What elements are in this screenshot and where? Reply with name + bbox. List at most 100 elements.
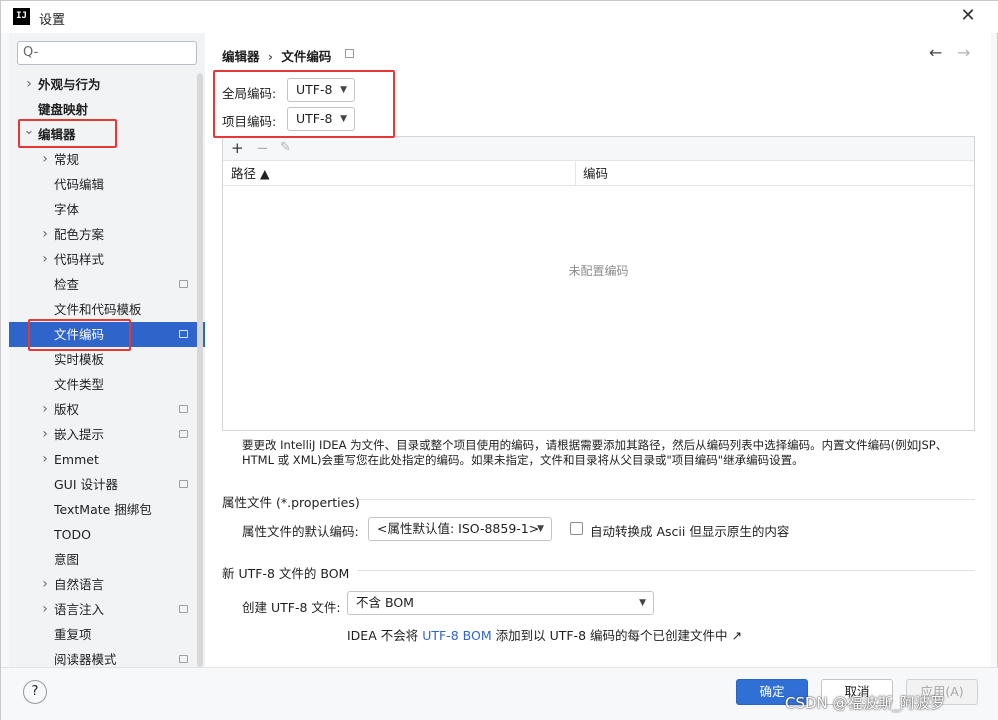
breadcrumb-current: 文件编码 xyxy=(281,49,332,64)
sidebar-item-label: 配色方案 xyxy=(54,227,105,242)
help-button[interactable]: ? xyxy=(23,680,47,704)
properties-section-title: 属性文件 (*.properties) xyxy=(222,495,360,510)
column-divider[interactable] xyxy=(575,161,576,186)
remove-icon[interactable]: − xyxy=(256,140,269,156)
chevron-right-icon[interactable]: › xyxy=(39,447,51,472)
breadcrumb-separator: › xyxy=(267,49,274,64)
sidebar-item-label: 嵌入提示 xyxy=(54,427,105,442)
project-scope-icon xyxy=(345,49,354,58)
sidebar-item-label: 代码样式 xyxy=(54,252,105,267)
sidebar-item-label: 字体 xyxy=(54,202,80,217)
bom-section-title: 新 UTF-8 文件的 BOM xyxy=(222,566,350,581)
sidebar-item[interactable]: › 常规 xyxy=(9,147,205,172)
add-icon[interactable]: + xyxy=(231,140,244,156)
chevron-right-icon[interactable]: › xyxy=(39,147,51,172)
chevron-down-icon: ▼ xyxy=(537,524,544,534)
column-header-path[interactable]: 路径 ▲ xyxy=(231,161,270,186)
sidebar-item-label: 意图 xyxy=(54,552,80,567)
project-scope-icon xyxy=(179,330,188,338)
dialog-footer: ? 确定 取消 应用(A) CSDN @福波斯_阿波罗 xyxy=(1,667,998,720)
search-icon: Q- xyxy=(23,45,39,60)
highlight-box-encodings xyxy=(213,70,395,138)
chevron-right-icon[interactable]: › xyxy=(39,222,51,247)
sidebar-item[interactable]: 代码编辑 xyxy=(9,172,205,197)
project-scope-icon xyxy=(179,405,188,413)
sidebar-item[interactable]: 文件类型 xyxy=(9,372,205,397)
sidebar-item-label: 重复项 xyxy=(54,627,92,642)
edit-icon[interactable]: ✎ xyxy=(280,140,291,156)
section-divider xyxy=(357,570,975,571)
project-scope-icon xyxy=(179,605,188,613)
settings-dialog: IJ 设置 ✕ Q- › 外观与行为 键盘映射 ⌄ 编辑器 › 常规 代码编辑 字体 › 配色方案 ›… xyxy=(0,0,998,720)
sidebar-item-label: 常规 xyxy=(54,152,80,167)
sidebar-item[interactable]: TextMate 捆绑包 xyxy=(9,497,205,522)
sidebar-item[interactable]: GUI 设计器 xyxy=(9,472,205,497)
sidebar-item-label: Emmet xyxy=(54,452,99,467)
window-title: 设置 xyxy=(39,13,66,28)
title-bar: IJ 设置 ✕ xyxy=(1,1,998,33)
column-header-encoding[interactable]: 编码 xyxy=(583,161,608,186)
sidebar-item[interactable]: › 外观与行为 xyxy=(9,72,205,97)
sidebar-item[interactable]: › 嵌入提示 xyxy=(9,422,205,447)
chevron-right-icon[interactable]: › xyxy=(39,422,51,447)
project-scope-icon xyxy=(179,480,188,488)
sidebar-item[interactable]: › 语言注入 xyxy=(9,597,205,622)
sidebar-item[interactable]: TODO xyxy=(9,522,205,547)
sidebar-item-label: 自然语言 xyxy=(54,577,105,592)
project-scope-icon xyxy=(179,655,188,663)
sidebar-item[interactable]: › Emmet xyxy=(9,447,205,472)
sidebar-item-label: 代码编辑 xyxy=(54,177,105,192)
search-input[interactable]: Q- xyxy=(17,41,197,65)
bom-info-suffix: 添加到以 UTF-8 编码的每个已创建文件中 ↗ xyxy=(495,628,742,643)
bom-create-label: 创建 UTF-8 文件: xyxy=(242,600,341,615)
section-divider xyxy=(358,499,975,500)
sidebar-item-label: 检查 xyxy=(54,277,80,292)
empty-table-text: 未配置编码 xyxy=(568,264,629,278)
sidebar-item[interactable]: 重复项 xyxy=(9,622,205,647)
ascii-conversion-checkbox[interactable] xyxy=(570,522,583,535)
sidebar-item[interactable]: › 代码样式 xyxy=(9,247,205,272)
chevron-right-icon[interactable]: › xyxy=(23,72,35,97)
bom-info-prefix: IDEA 不会将 xyxy=(347,628,419,643)
sidebar-item[interactable]: › 配色方案 xyxy=(9,222,205,247)
bom-create-value: 不含 BOM xyxy=(356,595,414,610)
intellij-app-icon: IJ xyxy=(13,8,30,25)
sidebar-scrollbar[interactable] xyxy=(197,73,203,667)
sidebar-item[interactable]: 意图 xyxy=(9,547,205,572)
encoding-mapping-table: + − ✎ 路径 ▲ 编码 未配置编码 xyxy=(222,136,975,431)
back-arrow-icon[interactable]: ← xyxy=(929,43,942,62)
properties-encoding-select[interactable]: <属性默认值: ISO-8859-1> ▼ xyxy=(368,517,552,541)
chevron-right-icon[interactable]: › xyxy=(39,597,51,622)
sidebar-item-label: GUI 设计器 xyxy=(54,477,118,492)
project-scope-icon xyxy=(179,280,188,288)
utf8-bom-link[interactable]: UTF-8 BOM xyxy=(422,628,491,643)
sidebar-item[interactable]: 检查 xyxy=(9,272,205,297)
forward-arrow-icon[interactable]: → xyxy=(957,43,970,62)
ascii-conversion-label[interactable]: 自动转换成 Ascii 但显示原生的内容 xyxy=(590,521,789,540)
bom-info-line: IDEA 不会将 UTF-8 BOM 添加到以 UTF-8 编码的每个已创建文件… xyxy=(347,625,742,644)
sidebar-item-label: 语言注入 xyxy=(54,602,105,617)
breadcrumb-parent[interactable]: 编辑器 xyxy=(222,49,260,64)
sidebar-item-label: 版权 xyxy=(54,402,80,417)
sidebar-item[interactable]: › 版权 xyxy=(9,397,205,422)
sidebar-item[interactable]: › 自然语言 xyxy=(9,572,205,597)
sidebar-item-label: 文件类型 xyxy=(54,377,105,392)
close-icon[interactable]: ✕ xyxy=(957,5,979,27)
csdn-watermark: CSDN @福波斯_阿波罗 xyxy=(785,694,946,712)
highlight-box-file-encoding xyxy=(28,319,131,351)
properties-default-encoding-label: 属性文件的默认编码: xyxy=(242,524,359,539)
sidebar-item-label: TextMate 捆绑包 xyxy=(54,502,152,517)
chevron-right-icon[interactable]: › xyxy=(39,572,51,597)
table-header: 路径 ▲ 编码 xyxy=(223,161,974,186)
encoding-help-note: 要更改 IntelliJ IDEA 为文件、目录或整个项目使用的编码，请根据需要… xyxy=(242,438,948,467)
project-scope-icon xyxy=(179,430,188,438)
sidebar-item[interactable]: 字体 xyxy=(9,197,205,222)
breadcrumb: 编辑器 › 文件编码 xyxy=(222,46,335,65)
chevron-right-icon[interactable]: › xyxy=(39,397,51,422)
bom-create-select[interactable]: 不含 BOM ▼ xyxy=(347,591,654,615)
highlight-box-editor xyxy=(18,119,117,148)
table-toolbar: + − ✎ xyxy=(223,137,974,161)
properties-encoding-value: <属性默认值: ISO-8859-1> xyxy=(377,521,540,536)
chevron-right-icon[interactable]: › xyxy=(39,247,51,272)
chevron-down-icon: ▼ xyxy=(639,598,646,608)
